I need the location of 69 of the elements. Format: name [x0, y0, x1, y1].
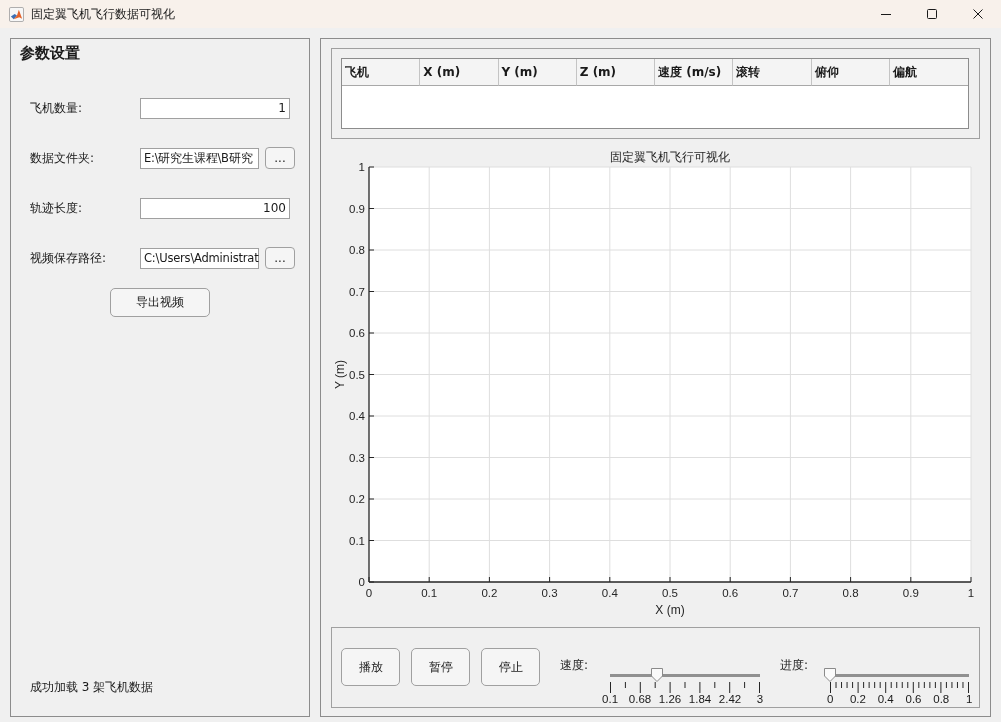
chart-title: 固定翼飞机飞行可视化	[610, 150, 730, 164]
slider-thumb[interactable]	[824, 668, 837, 682]
play-button[interactable]: 播放	[341, 648, 400, 686]
tick-label: 0.3	[541, 587, 558, 599]
column-header: 飞机	[342, 59, 421, 86]
tick-label: 0.6	[349, 327, 365, 339]
scale-label: 0	[826, 693, 834, 705]
pause-button[interactable]: 暂停	[411, 648, 470, 686]
browse-button[interactable]: ...	[265, 147, 295, 169]
column-header: 速度 (m/s)	[655, 59, 734, 86]
tick-label: 0.9	[902, 587, 919, 599]
scale-label: 0.2	[849, 693, 866, 705]
scale-label: 0.8	[933, 693, 950, 705]
column-header: 偏航	[889, 59, 968, 86]
tick-label: 0.4	[601, 587, 618, 599]
axis-label: X (m)	[655, 603, 685, 617]
tick-label: 0.3	[349, 451, 365, 464]
input-field[interactable]: 1	[140, 97, 290, 119]
field-label: 轨迹长度:	[30, 200, 84, 216]
scale-label: 0.1	[602, 693, 619, 705]
tick-label: 0.7	[782, 587, 799, 599]
peak-logo-icon	[9, 6, 24, 22]
tick-label: 0.1	[421, 587, 438, 599]
scale-label: 1.26	[658, 693, 682, 705]
scale-label: 0.68	[628, 693, 652, 705]
stop-button[interactable]: 停止	[481, 648, 540, 686]
column-header: Y (m)	[498, 59, 577, 86]
slider-label: 速度:	[560, 658, 589, 672]
tick-label: 0.8	[349, 244, 365, 256]
tick-label: 0.6	[722, 587, 739, 599]
panel-title: 参数设置	[20, 43, 80, 64]
tick-label: 1	[967, 587, 975, 599]
input-field[interactable]: C:\Users\Administrat	[140, 247, 259, 269]
export-button[interactable]: 导出视频	[110, 288, 210, 317]
scale-label: 0.6	[905, 693, 922, 705]
browse-button[interactable]: ...	[265, 247, 295, 269]
scale-label: 2.42	[718, 693, 742, 705]
input-field[interactable]: 100	[140, 197, 290, 219]
field-label: 数据文件夹:	[30, 150, 96, 166]
tick-label: 0.9	[349, 202, 365, 215]
window-title: 固定翼飞机飞行数据可视化	[31, 6, 175, 22]
tick-label: 0.8	[842, 587, 859, 599]
slider-label: 进度:	[780, 658, 809, 672]
tick-label: 0	[365, 587, 373, 599]
maximize-icon	[927, 9, 937, 19]
tick-label: 0.5	[349, 368, 365, 381]
tick-label: 0	[358, 576, 365, 588]
tick-label: 0.4	[349, 410, 365, 422]
scale-label: 3	[756, 693, 764, 705]
tick-label: 0.5	[662, 587, 678, 599]
tick-label: 1	[358, 161, 365, 173]
slider-thumb[interactable]	[650, 668, 663, 682]
column-header: Z (m)	[576, 59, 655, 86]
input-field[interactable]: E:\研究生课程\B研究	[140, 147, 259, 169]
column-header: 俯仰	[811, 59, 890, 86]
scale-label: 1.84	[688, 693, 712, 705]
column-header: X (m)	[420, 59, 499, 86]
tick-label: 0.2	[481, 587, 498, 599]
field-label: 飞机数量:	[30, 100, 84, 116]
close-icon	[973, 9, 983, 19]
field-label: 视频保存路径:	[30, 250, 108, 266]
column-header: 滚转	[733, 59, 812, 86]
status-text: 成功加载 3 架飞机数据	[30, 679, 154, 695]
tick-label: 0.7	[349, 285, 365, 298]
scale-label: 0.4	[877, 693, 894, 705]
tick-label: 0.1	[349, 534, 365, 547]
tick-label: 0.2	[349, 493, 365, 505]
scale-label: 1	[965, 693, 973, 705]
axis-label: Y (m)	[333, 359, 347, 390]
